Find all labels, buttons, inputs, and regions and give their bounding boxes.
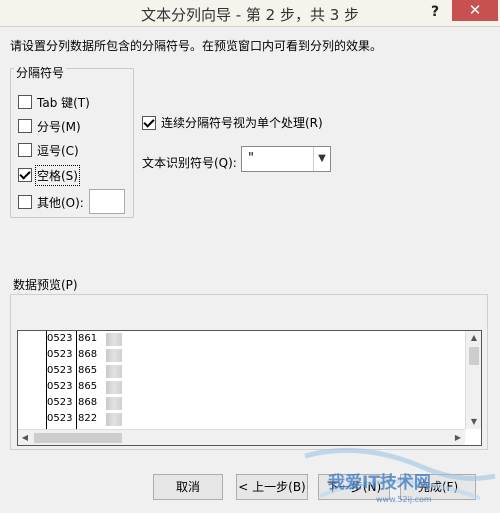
space-checkbox[interactable]: [18, 168, 32, 182]
other-checkbox[interactable]: [18, 195, 32, 209]
semicolon-checkbox[interactable]: [18, 119, 32, 133]
delimiters-legend: 分隔符号: [14, 64, 67, 81]
preview-cell: 0523: [47, 381, 73, 392]
chevron-down-icon[interactable]: ▼: [313, 147, 330, 171]
text-qualifier-value: ": [248, 151, 254, 166]
preview-cell: 0523: [47, 333, 73, 344]
scroll-right-icon[interactable]: ▶: [451, 430, 465, 445]
text-qualifier-label: 文本识别符号(Q):: [142, 156, 237, 170]
redacted-block: [106, 333, 122, 346]
scroll-up-icon[interactable]: ▲: [466, 331, 481, 345]
redacted-block: [106, 381, 122, 394]
tab-option[interactable]: Tab 键(T): [18, 93, 90, 111]
redacted-block: [106, 397, 122, 410]
preview-cell: 868: [78, 349, 98, 360]
scroll-thumb[interactable]: [34, 433, 122, 443]
help-button[interactable]: ?: [424, 1, 446, 23]
scroll-thumb[interactable]: [469, 347, 479, 365]
scroll-down-icon[interactable]: ▼: [466, 415, 481, 429]
tab-checkbox[interactable]: [18, 95, 32, 109]
data-preview[interactable]: 0523 861 0523 868 0523 865 0523 865 0523…: [17, 330, 482, 446]
preview-cell: 822: [78, 413, 98, 424]
instruction-text: 请设置分列数据所包含的分隔符号。在预览窗口内可看到分列的效果。: [10, 39, 383, 53]
preview-row: 0523 861: [18, 331, 465, 348]
preview-cell: 0523: [47, 365, 73, 376]
previous-button[interactable]: < 上一步(B): [236, 474, 308, 500]
preview-row: 0523 868: [18, 395, 465, 412]
semicolon-label: 分号(M): [37, 119, 81, 134]
semicolon-option[interactable]: 分号(M): [18, 117, 81, 135]
redacted-block: [106, 413, 122, 426]
tab-label: Tab 键(T): [37, 95, 90, 110]
consecutive-checkbox[interactable]: [142, 115, 156, 130]
text-qualifier-select[interactable]: " ▼: [241, 146, 331, 172]
preview-cell: 865: [78, 365, 98, 376]
preview-row: 0523 822: [18, 411, 465, 428]
scroll-left-icon[interactable]: ◀: [18, 430, 32, 445]
title-bar: 文本分列向导 - 第 2 步，共 3 步 ? ✕: [0, 0, 500, 27]
other-delimiter-input[interactable]: [89, 189, 125, 214]
cancel-button[interactable]: 取消: [153, 474, 223, 500]
comma-option[interactable]: 逗号(C): [18, 141, 79, 159]
preview-cell: 861: [78, 333, 98, 344]
preview-grid: 0523 861 0523 868 0523 865 0523 865 0523…: [18, 331, 465, 429]
finish-button[interactable]: 完成(F): [400, 474, 476, 500]
preview-cell: 0523: [47, 349, 73, 360]
other-option[interactable]: 其他(O):: [18, 193, 84, 211]
horizontal-scrollbar[interactable]: ◀ ▶: [18, 429, 465, 445]
preview-label: 数据预览(P): [13, 278, 78, 292]
comma-label: 逗号(C): [37, 143, 79, 158]
preview-row: 0523 865: [18, 363, 465, 380]
preview-cell: 0523: [47, 397, 73, 408]
vertical-scrollbar[interactable]: ▲ ▼: [465, 331, 481, 429]
preview-row: 0523 865: [18, 379, 465, 396]
other-label: 其他(O):: [37, 195, 84, 210]
consecutive-option[interactable]: 连续分隔符号视为单个处理(R): [142, 114, 323, 131]
preview-row: 0523 868: [18, 347, 465, 364]
preview-cell: 868: [78, 397, 98, 408]
preview-cell: 0523: [47, 413, 73, 424]
next-button[interactable]: 下一步(N): [318, 474, 390, 500]
preview-cell: 865: [78, 381, 98, 392]
space-option[interactable]: 空格(S): [18, 164, 80, 186]
redacted-block: [106, 349, 122, 362]
consecutive-label: 连续分隔符号视为单个处理(R): [161, 116, 323, 130]
space-label: 空格(S): [35, 164, 80, 186]
comma-checkbox[interactable]: [18, 143, 32, 157]
redacted-block: [106, 365, 122, 378]
close-button[interactable]: ✕: [452, 0, 498, 21]
